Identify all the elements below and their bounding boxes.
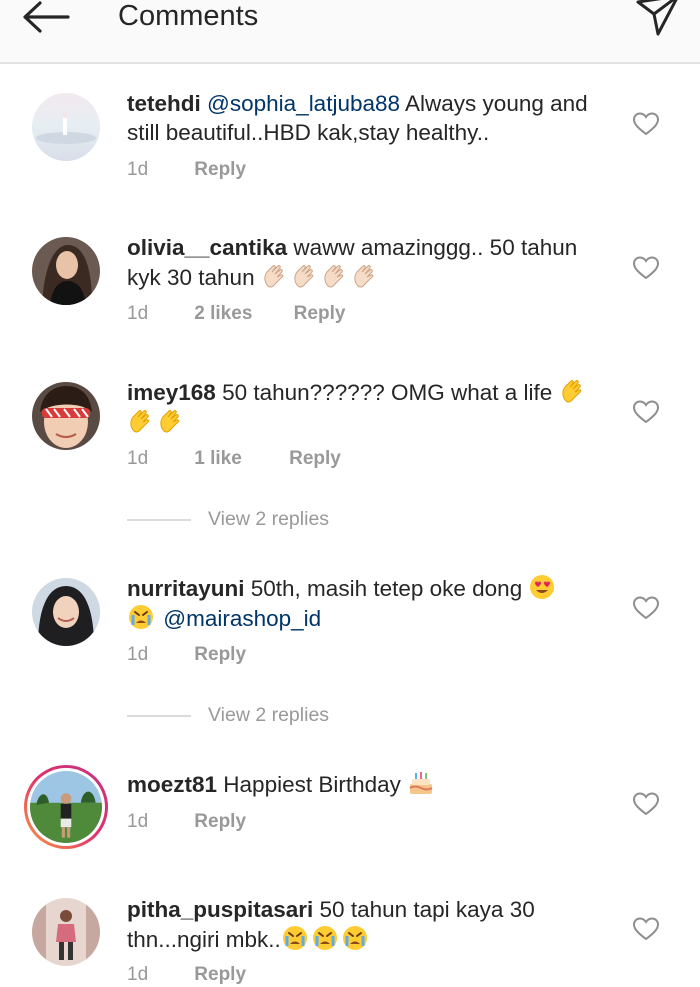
divider — [127, 714, 191, 717]
view-replies-button[interactable]: View 2 replies — [127, 508, 329, 531]
comment-meta: 1d Reply — [127, 962, 246, 987]
likes-count[interactable]: 2 likes — [194, 301, 252, 327]
avatar[interactable] — [32, 93, 100, 161]
avatar-image — [32, 382, 100, 450]
comment-time: 1d — [127, 964, 149, 985]
comment-time: 1d — [127, 811, 149, 832]
avatar[interactable] — [32, 237, 100, 305]
back-button[interactable] — [18, 0, 74, 36]
comment-body: 50th, masih tetep oke dong — [244, 576, 529, 601]
comment-text: pitha_puspitasari 50 tahun tapi kaya 30 … — [127, 895, 617, 954]
comment-body: 50 tahun?????? OMG what a life — [215, 380, 559, 405]
comments-header: Comments — [0, 0, 700, 64]
avatar-image — [32, 898, 100, 966]
crying-face-icon — [311, 924, 339, 952]
arrow-left-icon — [23, 1, 70, 33]
like-button[interactable] — [632, 399, 660, 425]
comment-meta: 1d Reply — [127, 809, 246, 835]
reply-button[interactable]: Reply — [294, 301, 346, 327]
reply-button[interactable]: Reply — [194, 962, 246, 987]
clapping-hands-icon — [559, 377, 587, 405]
avatar-image — [32, 93, 100, 161]
page-title: Comments — [118, 0, 259, 32]
clapping-hands-icon — [291, 262, 319, 290]
avatar[interactable] — [32, 578, 100, 646]
avatar-image — [32, 578, 100, 646]
heart-icon — [632, 792, 660, 816]
avatar-story-ring[interactable] — [24, 765, 108, 849]
comment-text: moezt81 Happiest Birthday — [127, 769, 617, 799]
comment-meta: 1d 2 likes Reply — [127, 301, 345, 327]
heart-icon — [632, 112, 660, 136]
comment-username[interactable]: moezt81 — [127, 772, 217, 797]
comment-body: Happiest Birthday — [217, 772, 408, 797]
paper-plane-icon — [636, 0, 678, 36]
avatar-image — [30, 771, 102, 843]
clapping-hands-icon — [351, 262, 379, 290]
comment-time: 1d — [127, 159, 149, 180]
crying-face-icon — [341, 924, 369, 952]
comment-meta: 1d Reply — [127, 642, 246, 668]
clapping-hands-icon — [321, 262, 349, 290]
view-replies-label: View 2 replies — [208, 704, 330, 726]
comment-username[interactable]: tetehdi — [127, 91, 201, 116]
comment-meta: 1d 1 like Reply — [127, 446, 341, 472]
reply-button[interactable]: Reply — [289, 446, 341, 472]
avatar[interactable] — [32, 898, 100, 966]
comment-time: 1d — [127, 644, 149, 665]
comment-meta: 1d Reply — [127, 157, 246, 183]
avatar[interactable] — [32, 382, 100, 450]
like-button[interactable] — [632, 255, 660, 281]
comment-username[interactable]: olivia__cantika — [127, 235, 287, 260]
view-replies-button[interactable]: View 2 replies — [127, 704, 329, 727]
reply-button[interactable]: Reply — [194, 642, 246, 668]
clapping-hands-icon — [127, 407, 155, 435]
reply-button[interactable]: Reply — [194, 809, 246, 835]
comment-text: olivia__cantika waww amazinggg.. 50 tahu… — [127, 233, 617, 292]
crying-face-icon — [281, 924, 309, 952]
view-replies-label: View 2 replies — [208, 508, 330, 530]
heart-eyes-icon — [528, 573, 556, 601]
comment-text: tetehdi @sophia_latjuba88 Always young a… — [127, 89, 617, 147]
like-button[interactable] — [632, 916, 660, 942]
heart-icon — [632, 917, 660, 941]
heart-icon — [632, 400, 660, 424]
like-button[interactable] — [632, 595, 660, 621]
crying-face-icon — [127, 603, 155, 631]
comment-time: 1d — [127, 303, 149, 324]
heart-icon — [632, 256, 660, 280]
heart-icon — [632, 596, 660, 620]
avatar-image — [32, 237, 100, 305]
clapping-hands-icon — [157, 407, 185, 435]
comment-text: nurritayuni 50th, masih tetep oke dong @… — [127, 573, 617, 633]
comment-username[interactable]: imey168 — [127, 380, 216, 405]
comment-mention[interactable]: @sophia_latjuba88 — [207, 91, 400, 116]
likes-count[interactable]: 1 like — [194, 446, 242, 472]
send-button[interactable] — [634, 0, 682, 40]
comment-mention[interactable]: @mairashop_id — [163, 606, 321, 631]
like-button[interactable] — [632, 791, 660, 817]
clapping-hands-icon — [261, 262, 289, 290]
comment-time: 1d — [127, 448, 149, 469]
divider — [127, 518, 191, 521]
comment-username[interactable]: nurritayuni — [127, 576, 245, 601]
birthday-cake-icon — [407, 769, 435, 797]
comment-text: imey168 50 tahun?????? OMG what a life — [127, 377, 617, 437]
like-button[interactable] — [632, 111, 660, 137]
reply-button[interactable]: Reply — [194, 157, 246, 183]
comment-username[interactable]: pitha_puspitasari — [127, 897, 313, 922]
